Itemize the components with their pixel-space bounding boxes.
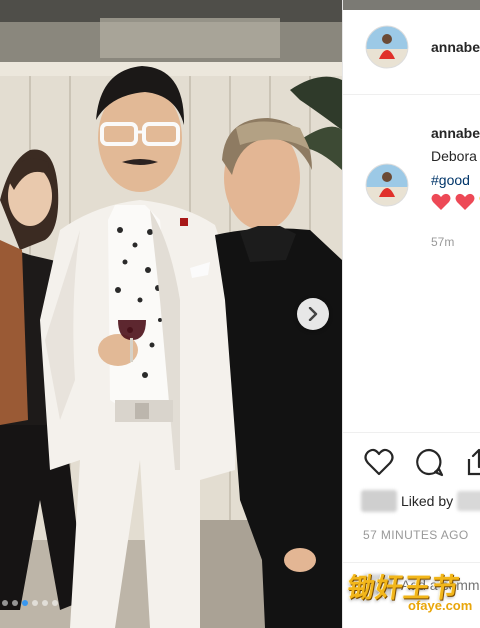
carousel-dot — [52, 600, 58, 606]
caption-username[interactable]: annabe — [431, 125, 480, 141]
carousel-dots — [2, 600, 58, 606]
carousel-dot — [42, 600, 48, 606]
carousel-dot — [22, 600, 28, 606]
post-side-panel: annabe annabe Debora #good 57m Liked by … — [342, 0, 480, 628]
caption-time[interactable]: 57m — [431, 235, 454, 249]
header-divider — [343, 94, 480, 95]
caption-avatar[interactable] — [365, 163, 409, 207]
post-actions — [363, 446, 480, 478]
comment-divider — [343, 562, 480, 563]
blurred-username — [457, 491, 480, 511]
likes-summary[interactable]: Liked by — [361, 490, 480, 512]
blurred-avatar — [361, 490, 397, 512]
comment-button[interactable] — [413, 446, 445, 478]
like-button[interactable] — [363, 446, 395, 478]
carousel-dot — [32, 600, 38, 606]
share-icon — [467, 448, 480, 476]
site-watermark: 锄奸王节 ofaye.com — [344, 566, 480, 622]
avatar[interactable] — [365, 25, 409, 69]
share-button[interactable] — [463, 446, 480, 478]
comment-icon — [416, 448, 444, 477]
post-timestamp[interactable]: 57 MINUTES AGO — [363, 528, 469, 542]
carousel-dot — [2, 600, 8, 606]
post-photo[interactable] — [0, 0, 342, 628]
red-heart-icon — [431, 193, 451, 210]
caption-hearts — [431, 193, 480, 211]
red-heart-icon — [455, 193, 475, 210]
chevron-right-icon — [308, 307, 318, 321]
heart-icon — [364, 448, 394, 476]
carousel-next-button[interactable] — [297, 298, 329, 330]
group-photo-illustration — [0, 0, 342, 628]
carousel-dot — [12, 600, 18, 606]
window-top-strip — [343, 0, 480, 10]
caption-text: Debora — [431, 148, 477, 164]
watermark-url: ofaye.com — [408, 598, 473, 613]
actions-divider — [343, 432, 480, 433]
liked-by-label: Liked by — [401, 493, 454, 509]
post-username[interactable]: annabe — [431, 39, 480, 55]
caption-hashtag[interactable]: #good — [431, 172, 470, 188]
